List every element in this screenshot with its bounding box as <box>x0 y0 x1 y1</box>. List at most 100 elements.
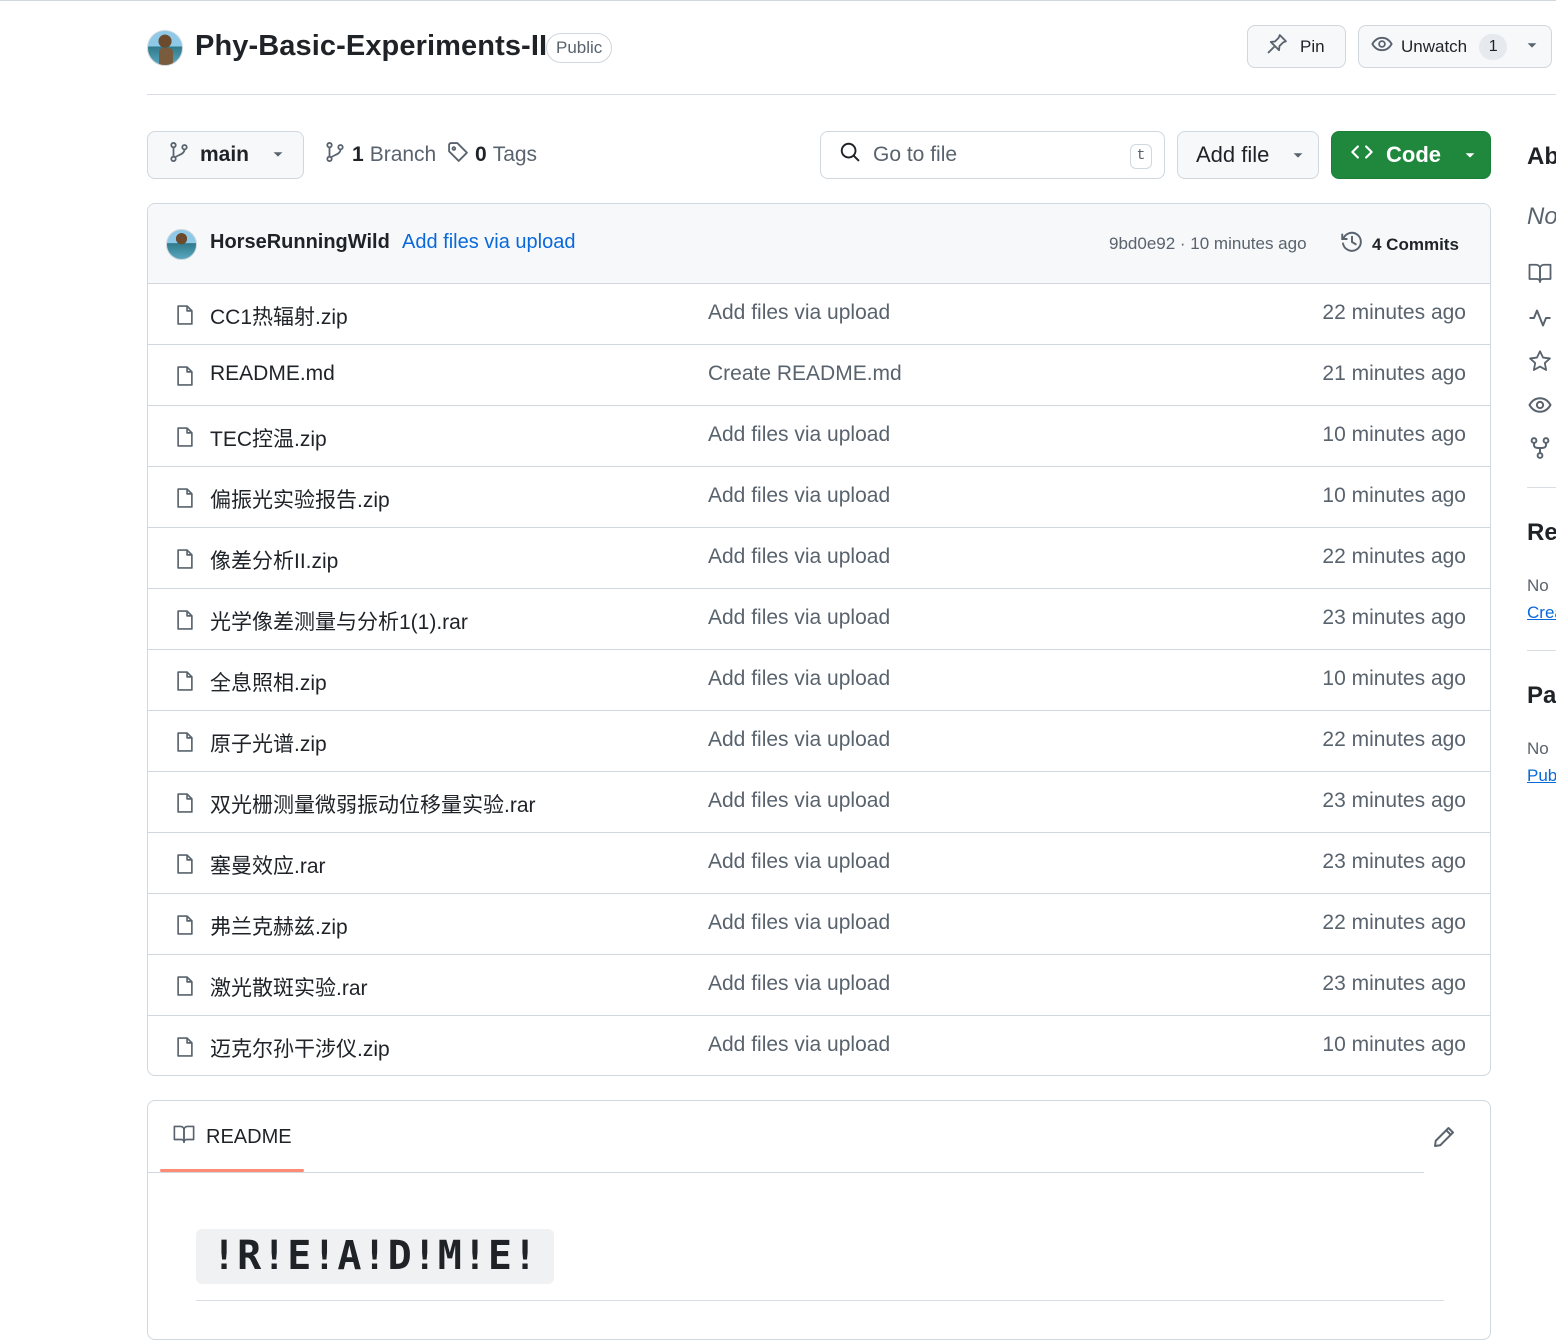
book-icon <box>172 1123 196 1151</box>
file-name-link[interactable]: README.md <box>210 362 335 386</box>
file-name-link[interactable]: 迈克尔孙干涉仪.zip <box>210 1033 390 1063</box>
code-icon <box>1350 141 1374 169</box>
file-commit-message[interactable]: Add files via upload <box>708 850 890 874</box>
file-commit-time: 23 minutes ago <box>1322 789 1466 812</box>
code-label: Code <box>1386 142 1441 167</box>
branch-select-button[interactable]: main <box>147 131 304 179</box>
file-name-link[interactable]: 偏振光实验报告.zip <box>210 484 390 514</box>
shortcut-key: t <box>1130 144 1152 169</box>
repo-header: Phy-Basic-Experiments-II Public Pin Unwa… <box>147 25 1556 95</box>
file-commit-message[interactable]: Add files via upload <box>708 484 890 508</box>
file-commit-message[interactable]: Add files via upload <box>708 423 890 447</box>
file-row[interactable]: 双光栅测量微弱振动位移量实验.rar Add files via upload 23… <box>148 772 1490 833</box>
pin-label: Pin <box>1300 36 1325 56</box>
commit-author-avatar[interactable] <box>166 229 197 260</box>
file-name-link[interactable]: 像差分析II.zip <box>210 545 338 575</box>
releases-text: No <box>1527 576 1549 595</box>
latest-commit-bar: HorseRunningWild Add files via upload 9b… <box>148 204 1490 284</box>
file-row[interactable]: README.md Create README.md 21 minutes ago <box>148 345 1490 406</box>
branches-link[interactable]: 1 Branch <box>324 131 436 179</box>
file-name-link[interactable]: 激光散斑实验.rar <box>210 972 368 1002</box>
file-name-link[interactable]: 全息照相.zip <box>210 667 327 697</box>
about-heading: Ab <box>1527 143 1556 170</box>
file-commit-message[interactable]: Create README.md <box>708 362 902 386</box>
file-name-link[interactable]: CC1热辐射.zip <box>210 301 348 331</box>
file-icon <box>174 364 196 394</box>
fork-icon[interactable] <box>1527 436 1553 465</box>
packages-heading[interactable]: Pac <box>1527 682 1556 710</box>
file-commit-message[interactable]: Add files via upload <box>708 1033 890 1057</box>
file-row[interactable]: 偏振光实验报告.zip Add files via upload 10 minute… <box>148 467 1490 528</box>
file-commit-message[interactable]: Add files via upload <box>708 728 890 752</box>
file-name-link[interactable]: 光学像差测量与分析1(1).rar <box>210 606 468 636</box>
repo-title[interactable]: Phy-Basic-Experiments-II <box>195 30 547 63</box>
tags-link[interactable]: 0 Tags <box>447 131 537 179</box>
star-icon[interactable] <box>1527 349 1553 378</box>
file-row[interactable]: 全息照相.zip Add files via upload 10 minutes a… <box>148 650 1490 711</box>
readme-tab[interactable]: README <box>160 1101 304 1173</box>
readme-heading: !R!E!A!D!M!E! <box>196 1229 555 1284</box>
pencil-icon[interactable] <box>1432 1125 1456 1154</box>
file-icon <box>174 1035 196 1065</box>
owner-avatar[interactable] <box>147 30 183 66</box>
file-row[interactable]: 激光散斑实验.rar Add files via upload 23 minutes… <box>148 955 1490 1016</box>
commit-hash-time[interactable]: 9bd0e92 · 10 minutes ago <box>1109 234 1307 254</box>
caret-down-icon[interactable] <box>1525 37 1539 57</box>
file-commit-message[interactable]: Add files via upload <box>708 301 890 325</box>
file-row[interactable]: 像差分析II.zip Add files via upload 22 minutes… <box>148 528 1490 589</box>
file-commit-message[interactable]: Add files via upload <box>708 789 890 813</box>
file-commit-time: 22 minutes ago <box>1322 545 1466 568</box>
active-tab-indicator <box>160 1169 304 1172</box>
file-listing: HorseRunningWild Add files via upload 9b… <box>147 203 1491 1076</box>
releases-heading[interactable]: Rel <box>1527 519 1556 547</box>
create-release-link[interactable]: Crea <box>1527 603 1556 623</box>
file-name-link[interactable]: 原子光谱.zip <box>210 728 327 758</box>
packages-text: No <box>1527 739 1549 758</box>
pin-button[interactable]: Pin <box>1247 25 1346 68</box>
commit-author[interactable]: HorseRunningWild <box>210 231 390 254</box>
file-commit-message[interactable]: Add files via upload <box>708 972 890 996</box>
readme-panel: README !R!E!A!D!M!E! <box>147 1100 1491 1340</box>
file-name-link[interactable]: 弗兰克赫兹.zip <box>210 911 348 941</box>
file-name-link[interactable]: TEC控温.zip <box>210 423 327 453</box>
caret-down-icon <box>1463 142 1477 168</box>
file-row[interactable]: 原子光谱.zip Add files via upload 22 minutes a… <box>148 711 1490 772</box>
file-row[interactable]: CC1热辐射.zip Add files via upload 22 minutes… <box>148 284 1490 345</box>
repo-toolbar: main 1 Branch 0 Tags Go to file t Add fi… <box>147 131 1491 179</box>
publish-package-link[interactable]: Pub <box>1527 766 1556 786</box>
file-commit-message[interactable]: Add files via upload <box>708 667 890 691</box>
file-commit-message[interactable]: Add files via upload <box>708 545 890 569</box>
file-commit-time: 10 minutes ago <box>1322 667 1466 690</box>
file-row[interactable]: 光学像差测量与分析1(1).rar Add files via upload 23 … <box>148 589 1490 650</box>
git-branch-icon <box>324 141 346 169</box>
file-icon <box>174 608 196 638</box>
file-name-link[interactable]: 双光栅测量微弱振动位移量实验.rar <box>210 789 536 819</box>
add-file-button[interactable]: Add file <box>1177 131 1319 179</box>
commit-message-link[interactable]: Add files via upload <box>402 231 575 254</box>
file-row[interactable]: 迈克尔孙干涉仪.zip Add files via upload 10 minute… <box>148 1016 1490 1075</box>
tag-count: 0 <box>475 143 487 166</box>
file-commit-message[interactable]: Add files via upload <box>708 606 890 630</box>
watch-count: 1 <box>1479 33 1508 60</box>
search-icon <box>839 141 861 169</box>
go-to-file-input[interactable]: Go to file t <box>820 131 1165 179</box>
file-commit-time: 10 minutes ago <box>1322 484 1466 507</box>
file-row[interactable]: 弗兰克赫兹.zip Add files via upload 22 minutes … <box>148 894 1490 955</box>
file-name-link[interactable]: 塞曼效应.rar <box>210 850 326 880</box>
eye-icon[interactable] <box>1527 393 1553 422</box>
book-icon[interactable] <box>1527 261 1553 290</box>
file-icon <box>174 913 196 943</box>
sidebar-divider <box>1527 487 1556 488</box>
commits-link[interactable]: 4 Commits <box>1340 230 1459 259</box>
file-commit-time: 23 minutes ago <box>1322 606 1466 629</box>
file-row[interactable]: 塞曼效应.rar Add files via upload 23 minutes a… <box>148 833 1490 894</box>
code-button[interactable]: Code <box>1331 131 1491 179</box>
file-commit-time: 10 minutes ago <box>1322 1033 1466 1056</box>
about-sidebar: Ab No Rel No Crea Pac No Pub <box>1527 131 1556 831</box>
file-commit-time: 22 minutes ago <box>1322 301 1466 324</box>
pin-icon <box>1266 33 1288 60</box>
file-row[interactable]: TEC控温.zip Add files via upload 10 minutes … <box>148 406 1490 467</box>
file-commit-message[interactable]: Add files via upload <box>708 911 890 935</box>
activity-icon[interactable] <box>1527 306 1553 335</box>
unwatch-button[interactable]: Unwatch 1 <box>1358 25 1552 68</box>
